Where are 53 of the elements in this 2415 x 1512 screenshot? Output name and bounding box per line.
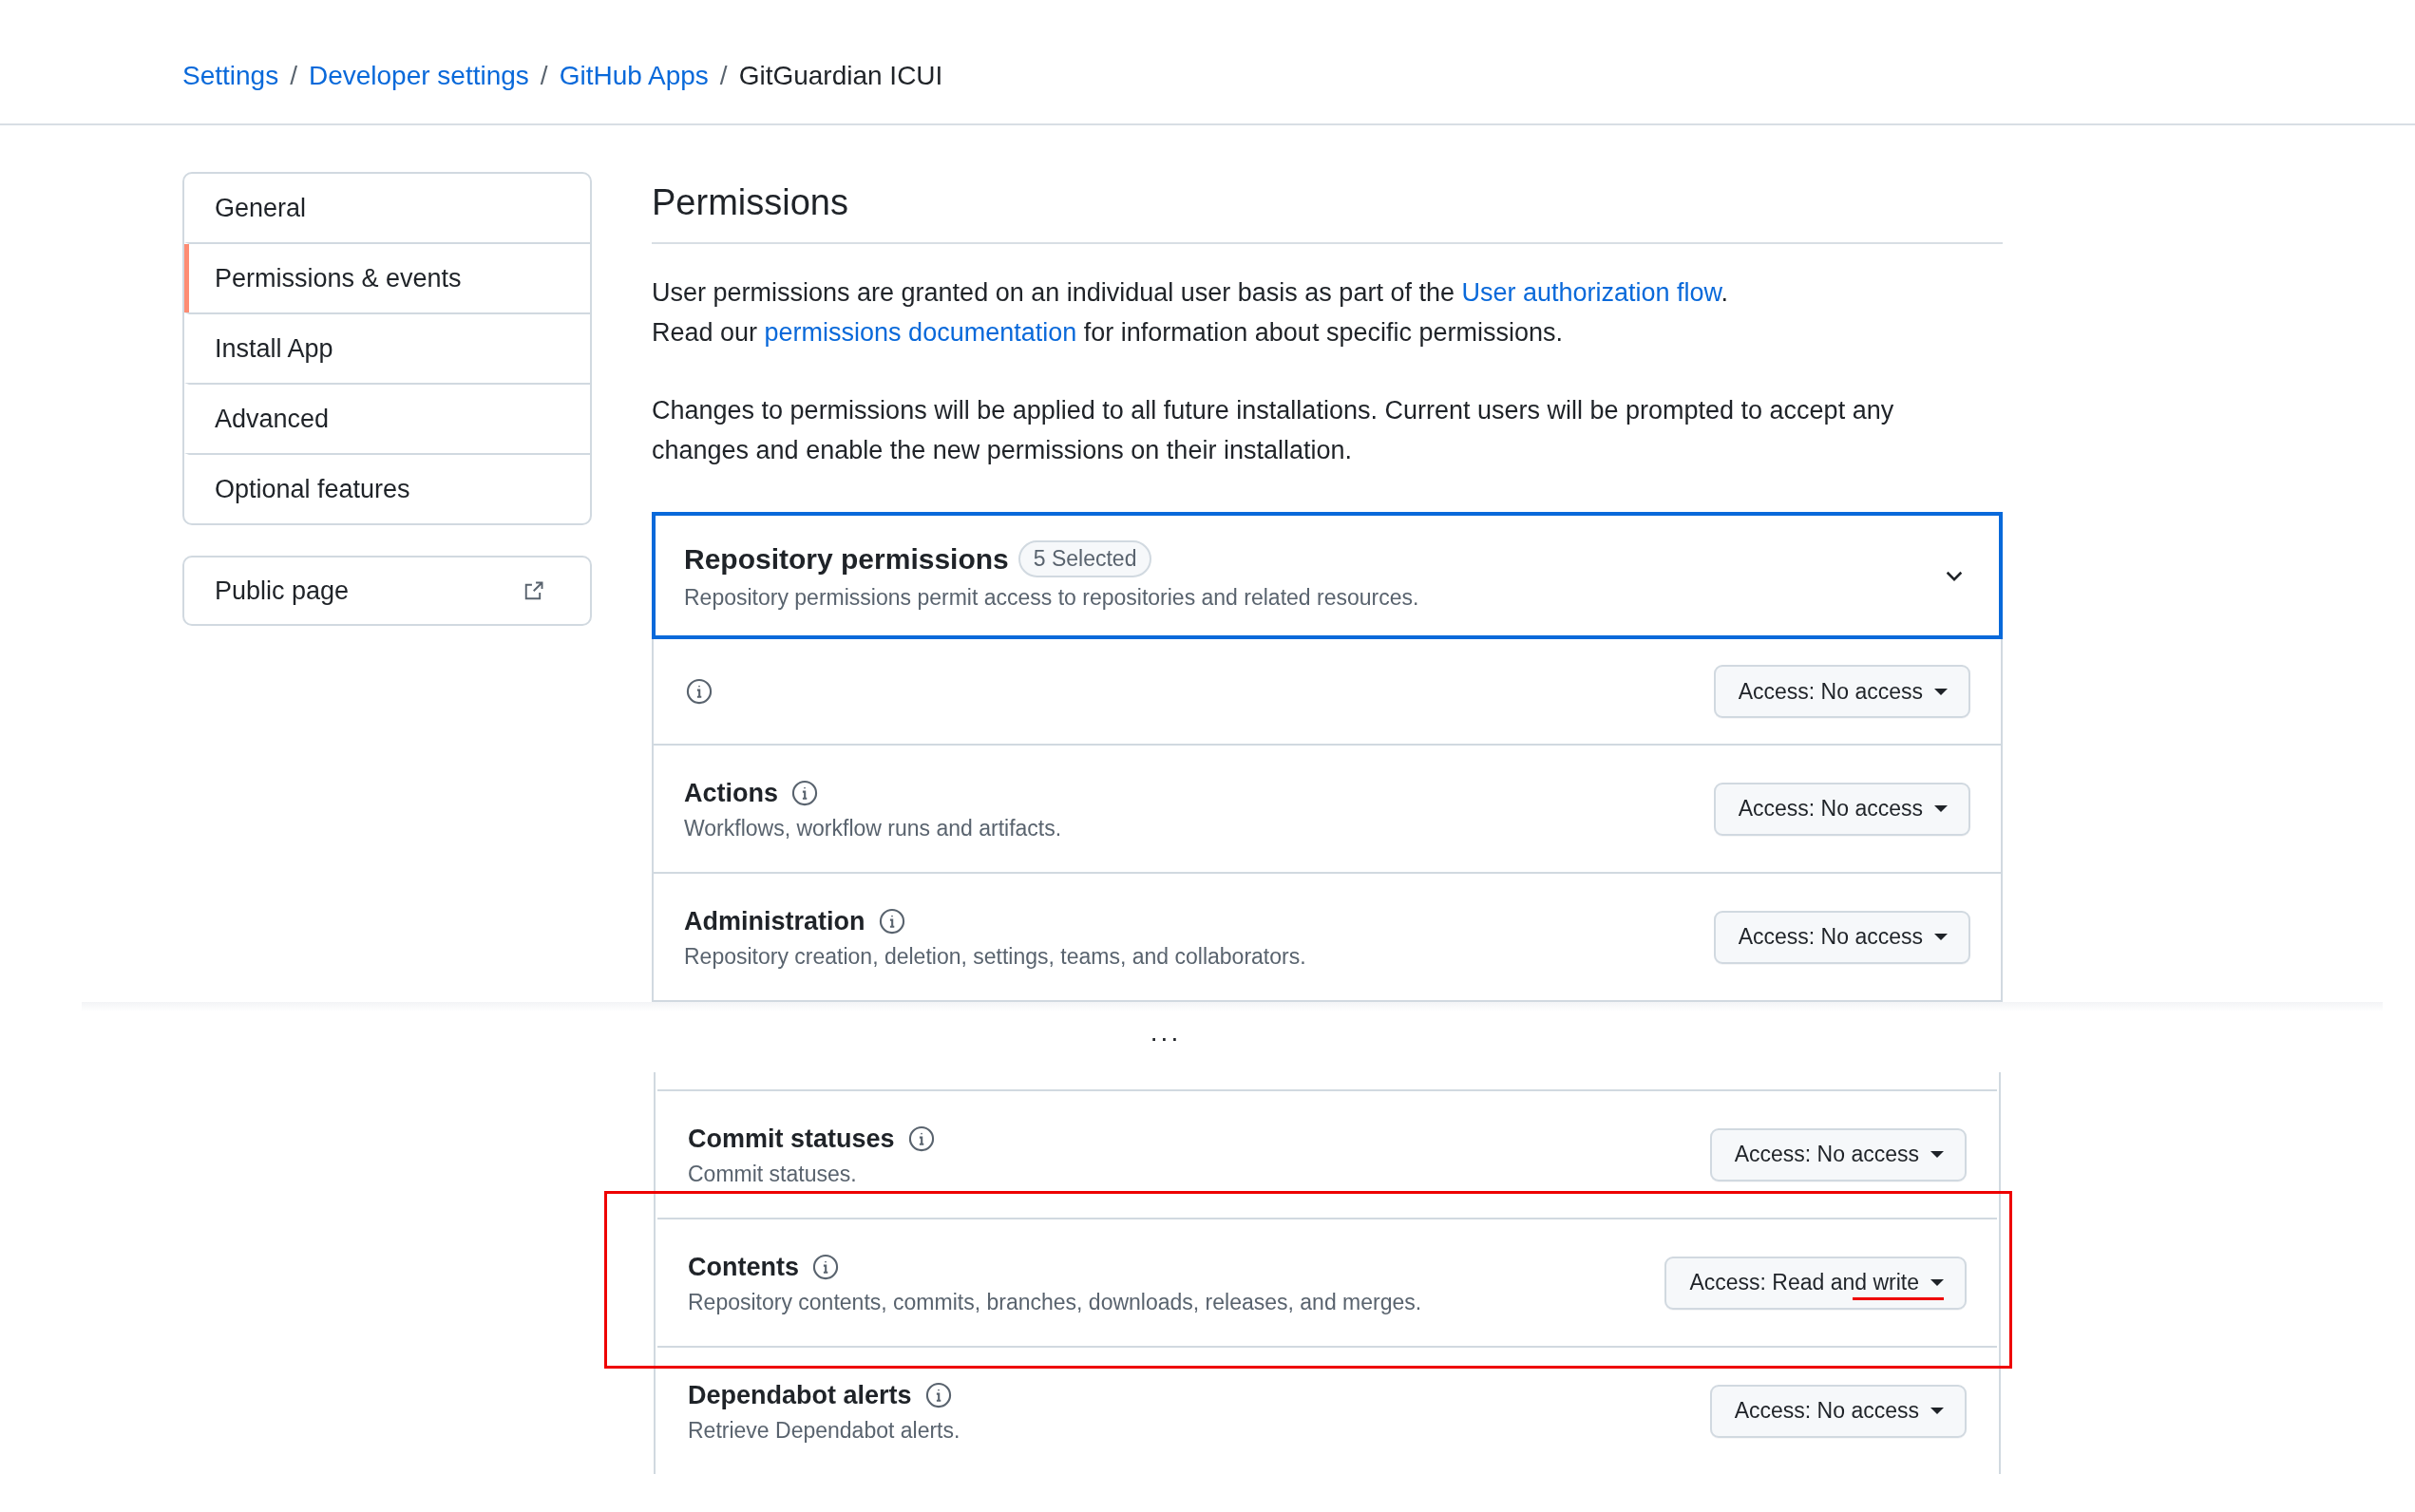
info-icon[interactable]: [924, 1382, 952, 1408]
info-icon[interactable]: [878, 908, 905, 935]
info-icon[interactable]: [907, 1125, 935, 1152]
omitted-rows-marker: ...: [1150, 1017, 1182, 1048]
caret-icon: [1930, 1151, 1944, 1158]
breadcrumb-link[interactable]: Settings: [182, 59, 279, 93]
access-dropdown[interactable]: Access: No access: [1709, 1384, 1967, 1438]
sidebar-item[interactable]: General: [184, 174, 590, 242]
public-page-label: Public page: [215, 576, 350, 606]
permission-description: Retrieve Dependabot alerts.: [688, 1418, 960, 1444]
permission-name: Dependabot alerts: [688, 1380, 912, 1411]
repository-permissions-description: Repository permissions permit access to repositories and related resources.: [684, 585, 1419, 611]
access-dropdown[interactable]: Access: No access: [1709, 1127, 1967, 1181]
info-icon[interactable]: [812, 1254, 839, 1280]
access-dropdown[interactable]: Access: No access: [1713, 910, 1970, 964]
breadcrumb-separator: /: [290, 60, 297, 92]
permission-description: Workflows, workflow runs and artifacts.: [684, 816, 1062, 841]
breadcrumb-separator: /: [719, 60, 728, 92]
section-heading: Permissions: [652, 172, 2003, 244]
permission-description: Repository creation, deletion, settings, teams, and collaborators.: [684, 944, 1306, 970]
notice-paragraph: Changes to permissions will be applied to all future installations. Current users will be prompted to accept any changes and enable the new permissions on their installation.: [652, 395, 1895, 466]
permission-name: Commit statuses: [688, 1124, 895, 1155]
inline-link[interactable]: User authorization flow: [1461, 278, 1721, 307]
sidebar-item[interactable]: Optional features: [184, 453, 590, 523]
selected-count-badge: 5 Selected: [1017, 540, 1152, 577]
repository-permissions-header[interactable]: Repository permissions 5 Selected Repository permissions permit access to repositories and related resources.: [652, 512, 2003, 639]
external-link-icon: [523, 580, 544, 601]
caret-icon: [1934, 688, 1948, 695]
breadcrumb-current: GitGuardian ICUI: [738, 60, 943, 92]
permission-name: Contents: [688, 1252, 799, 1283]
sidebar-item[interactable]: Advanced: [184, 383, 590, 453]
permission-description: Repository contents, commits, branches, downloads, releases, and merges.: [688, 1290, 1422, 1315]
public-page-link[interactable]: Public page: [182, 556, 592, 626]
info-icon[interactable]: [686, 678, 713, 705]
permission-name: Actions: [684, 778, 778, 809]
access-dropdown[interactable]: Access: No access: [1713, 782, 1970, 836]
caret-icon: [1934, 805, 1948, 812]
permission-name: Administration: [684, 906, 865, 937]
access-dropdown[interactable]: Access: Read and write: [1664, 1256, 1967, 1310]
sidebar-item[interactable]: Permissions & events: [184, 242, 590, 312]
caret-icon: [1930, 1408, 1944, 1414]
permission-description: Commit statuses.: [688, 1162, 858, 1187]
inline-link[interactable]: permissions documentation: [764, 318, 1077, 347]
caret-icon: [1930, 1279, 1944, 1286]
access-dropdown[interactable]: Access: No access: [1713, 665, 1970, 718]
breadcrumb-link[interactable]: GitHub Apps: [559, 59, 709, 93]
breadcrumb-separator: /: [540, 60, 548, 92]
sidebar-item[interactable]: Install App: [184, 312, 590, 383]
breadcrumb-link[interactable]: Developer settings: [308, 59, 529, 93]
intro-paragraph: User permissions are granted on an individual user basis as part of the User authorization flow. Read our permissions documentation for information about specific permissions.: [652, 277, 1730, 349]
caret-icon: [1934, 934, 1948, 940]
repository-permissions-title: Repository permissions: [684, 542, 1009, 576]
info-icon[interactable]: [791, 780, 818, 806]
